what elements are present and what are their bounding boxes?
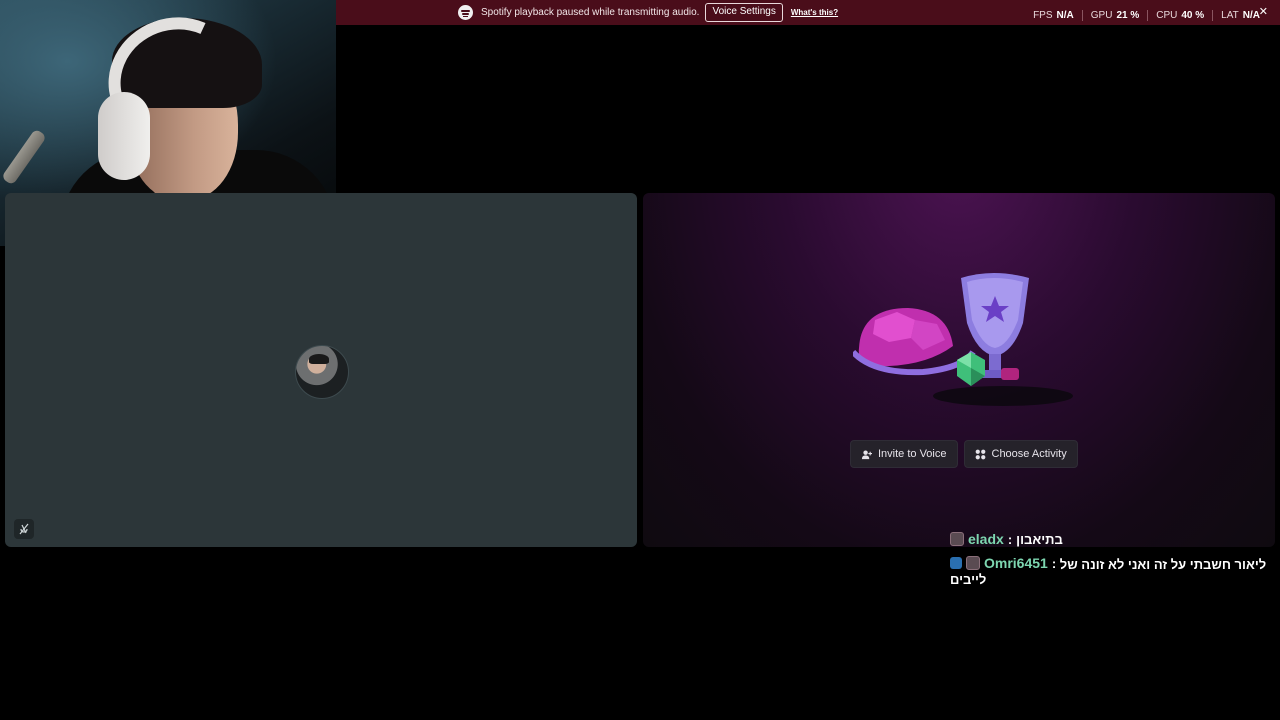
mic-muted-icon (14, 519, 34, 539)
notice-message: Spotify playback paused while transmitti… (481, 7, 700, 18)
avatar[interactable] (295, 345, 349, 399)
stat-fps: FPS N/A (1033, 10, 1074, 21)
activity-panel: Invite to Voice Choose Activity (643, 193, 1275, 547)
stat-gpu: GPU 21 % (1081, 10, 1147, 21)
subscriber-badge-icon (950, 557, 962, 569)
moderator-badge-icon (966, 556, 980, 570)
stat-cpu: CPU 40 % (1147, 10, 1212, 21)
invite-to-voice-label: Invite to Voice (878, 448, 947, 460)
close-icon[interactable]: ✕ (1259, 5, 1268, 18)
activity-grid-icon (975, 449, 985, 459)
choose-activity-label: Choose Activity (991, 448, 1067, 460)
moderator-badge-icon (950, 532, 964, 546)
spotify-icon (458, 5, 473, 20)
invite-to-voice-button[interactable]: Invite to Voice (850, 440, 958, 468)
chat-message: Omri6451 : ליאור חשבתי על זה ואני לא זונ… (950, 555, 1267, 587)
voice-settings-button[interactable]: Voice Settings (705, 3, 783, 22)
chat-overlay: eladx : בתיאבון Omri6451 : ליאור חשבתי ע… (950, 531, 1270, 595)
whats-this-link[interactable]: What's this? (791, 8, 838, 17)
chat-message: eladx : בתיאבון (950, 531, 1270, 547)
chat-username[interactable]: Omri6451 (984, 555, 1048, 571)
notice-bar: Spotify playback paused while transmitti… (336, 0, 1280, 25)
add-user-icon (861, 449, 872, 459)
choose-activity-button[interactable]: Choose Activity (963, 440, 1078, 468)
activity-illustration (853, 273, 1073, 406)
chat-text: בתיאבון (1016, 531, 1063, 547)
performance-stats: FPS N/A GPU 21 % CPU 40 % LAT N/A (1025, 10, 1268, 21)
headphone-earcup (98, 92, 150, 180)
chat-username[interactable]: eladx (968, 531, 1004, 547)
